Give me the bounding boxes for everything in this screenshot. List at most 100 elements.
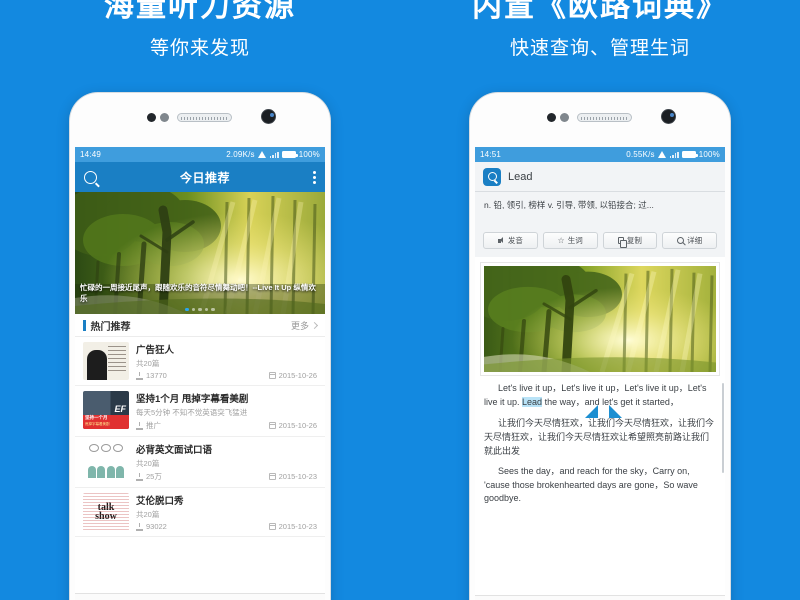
left-promo-panel: 海量听力资源 等你来发现 14:49 2.09K/s 100% 今日推荐 忙碌的…	[0, 0, 400, 600]
item-date: 2015-10-26	[278, 421, 317, 430]
cellular-signal-icon	[669, 151, 679, 158]
light-sensor-icon	[560, 113, 569, 122]
item-date: 2015-10-23	[278, 522, 317, 531]
calendar-icon	[268, 372, 276, 379]
battery-icon	[281, 151, 298, 158]
calendar-icon	[268, 422, 276, 429]
item-title: 必背英文面试口语	[136, 445, 213, 456]
pronounce-button[interactable]: 发音	[483, 232, 538, 249]
right-status-bar: 14:51 0.55K/s 100%	[475, 147, 725, 162]
ad-thumb-line1: 坚持一个月	[85, 415, 108, 420]
calendar-icon	[268, 473, 276, 480]
article-image	[481, 263, 719, 375]
add-vocabulary-button[interactable]: ☆ 生词	[542, 232, 598, 249]
phone-bezel-top	[75, 93, 325, 147]
detail-button[interactable]: 详细	[662, 232, 717, 249]
status-network-speed: 2.09K/s	[226, 150, 255, 159]
left-promo-subtitle: 等你来发现	[149, 38, 250, 59]
hero-caption: 忙碌的一周接近尾声，跟随欢乐的音符尽情舞动吧！--Live It Up 纵情欢乐	[80, 283, 316, 303]
front-camera-icon	[261, 109, 276, 124]
item-subtitle: 每天5分钟 不知不觉英语突飞猛进	[136, 408, 248, 417]
dictionary-definition: n. 铅, 领引, 榜样 v. 引导, 带领, 以铅接合; 过...	[475, 192, 725, 232]
item-title: 广告狂人	[136, 345, 175, 356]
battery-icon	[681, 151, 698, 158]
right-promo-subtitle: 快速查询、管理生词	[509, 38, 690, 59]
item-subtitle: 共20篇	[136, 459, 160, 468]
copy-label: 复制	[626, 236, 642, 245]
item-downloads: 13770	[146, 371, 167, 380]
item-downloads: 93022	[146, 522, 167, 531]
search-icon[interactable]	[84, 170, 97, 184]
item-date: 2015-10-23	[278, 472, 317, 481]
paragraph-chinese: 让我们今天尽情狂欢，让我们今天尽情狂欢，让我们今天尽情狂欢，让我们今天尽情狂欢让…	[484, 418, 715, 456]
front-camera-icon	[661, 109, 676, 124]
light-sensor-icon	[160, 113, 169, 122]
dictionary-app-icon	[483, 167, 501, 186]
star-icon: ☆	[557, 235, 565, 245]
carousel-dots[interactable]	[75, 307, 325, 311]
article-reader: Let's live it up，Let's live it up，Let's …	[475, 263, 725, 506]
item-thumbnail: talkshow	[83, 493, 129, 531]
download-icon	[136, 472, 143, 481]
status-network-speed: 0.55K/s	[626, 150, 655, 159]
left-phone-screen: 14:49 2.09K/s 100% 今日推荐 忙碌的一周接近尾声，跟随欢乐的音…	[75, 147, 325, 600]
left-phone-mockup: 14:49 2.09K/s 100% 今日推荐 忙碌的一周接近尾声，跟随欢乐的音…	[70, 93, 330, 600]
scrollbar[interactable]	[722, 383, 724, 473]
cellular-signal-icon	[269, 151, 279, 158]
dictionary-header: Lead	[475, 162, 725, 192]
item-thumbnail	[83, 442, 129, 480]
left-app-bar: 今日推荐	[75, 162, 325, 192]
left-status-bar: 14:49 2.09K/s 100%	[75, 147, 325, 162]
left-promo-text: 海量听力资源 等你来发现	[0, 0, 400, 60]
item-date: 2015-10-26	[278, 371, 317, 380]
recommendation-list: 广告狂人 共20篇 13770 2015-10-26 坚持一个月 甩掉字幕看美剧…	[75, 337, 325, 537]
list-item[interactable]: 必背英文面试口语 共20篇 25万 2015-10-23	[75, 437, 325, 488]
item-title: 艾伦脱口秀	[136, 496, 184, 507]
phone-bezel-top	[475, 93, 725, 147]
chevron-right-icon	[310, 321, 319, 329]
right-phone-screen: 14:51 0.55K/s 100% Lead n. 铅, 领引, 榜样 v. …	[475, 147, 725, 600]
proximity-sensor-icon	[147, 113, 156, 122]
item-thumbnail: 坚持一个月 甩掉字幕看美剧 EF	[83, 391, 129, 429]
wifi-icon	[257, 151, 267, 158]
promo-stage: 海量听力资源 等你来发现 14:49 2.09K/s 100% 今日推荐 忙碌的…	[0, 0, 800, 600]
dictionary-action-bar: 发音 ☆ 生词 复制 详细	[475, 232, 725, 257]
download-icon	[136, 421, 143, 430]
wifi-icon	[657, 151, 667, 158]
paragraph-english-1: Let's live it up，Let's live it up，Let's …	[475, 375, 725, 409]
overflow-menu-icon[interactable]	[312, 170, 316, 184]
list-item[interactable]: 坚持一个月 甩掉字幕看美剧 EF 坚持1个月 甩掉字幕看美剧 每天5分钟 不知不…	[75, 386, 325, 437]
vocabulary-label: 生词	[567, 236, 583, 245]
section-more-link[interactable]: 更多	[290, 319, 319, 332]
paragraph-english-2: Sees the day，and reach for the sky，Carry…	[484, 466, 698, 503]
section-accent-bar	[83, 319, 86, 331]
item-subtitle: 共20篇	[136, 510, 160, 519]
item-title: 坚持1个月 甩掉字幕看美剧	[136, 394, 249, 405]
list-item[interactable]: talkshow 艾伦脱口秀 共20篇 93022 2015-10-23	[75, 488, 325, 537]
proximity-sensor-icon	[547, 113, 556, 122]
earpiece-speaker-icon	[577, 113, 632, 122]
list-item[interactable]: 广告狂人 共20篇 13770 2015-10-26	[75, 337, 325, 386]
magnifier-icon	[677, 237, 685, 244]
detail-label: 详细	[687, 236, 703, 245]
hero-banner[interactable]: 忙碌的一周接近尾声，跟随欢乐的音符尽情舞动吧！--Live It Up 纵情欢乐	[75, 192, 325, 314]
status-battery-percent: 100%	[298, 150, 320, 159]
section-title: 热门推荐	[90, 321, 131, 333]
selected-word[interactable]: Lead	[522, 396, 543, 407]
left-promo-title: 海量听力资源	[104, 0, 296, 23]
right-promo-title: 内置《欧路词典》	[472, 0, 728, 23]
ad-thumb-line2: 甩掉字幕看美剧	[85, 422, 110, 426]
player-bar	[475, 595, 725, 600]
right-promo-panel: 内置《欧路词典》 快速查询、管理生词 14:51 0.55K/s 100% Le…	[400, 0, 800, 600]
download-icon	[136, 522, 143, 531]
ef-logo: EF	[114, 404, 126, 414]
pronounce-label: 发音	[507, 236, 523, 245]
dictionary-word: Lead	[508, 170, 533, 183]
section-more-label: 更多	[290, 320, 309, 331]
right-phone-mockup: 14:51 0.55K/s 100% Lead n. 铅, 领引, 榜样 v. …	[470, 93, 730, 600]
item-thumbnail	[83, 342, 129, 380]
copy-button[interactable]: 复制	[602, 232, 658, 249]
earpiece-speaker-icon	[177, 113, 232, 122]
bottom-tab-bar	[75, 593, 325, 600]
item-downloads: 25万	[146, 472, 162, 481]
